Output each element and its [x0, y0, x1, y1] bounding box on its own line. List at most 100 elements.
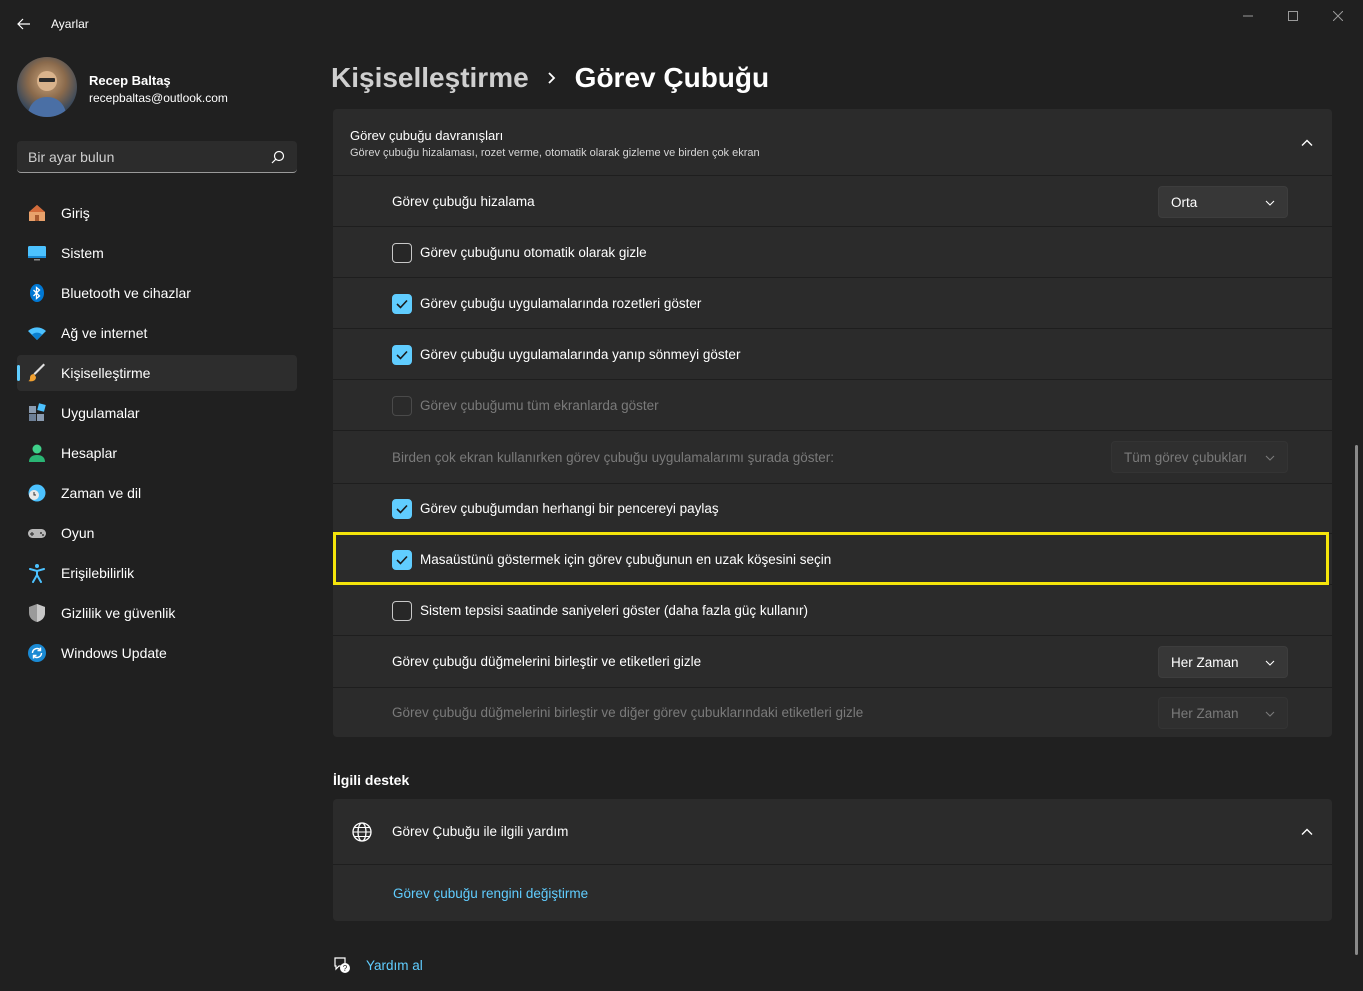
badges-checkbox[interactable]	[392, 294, 412, 314]
bluetooth-icon	[27, 283, 47, 303]
maximize-button[interactable]	[1273, 4, 1313, 28]
user-profile[interactable]: Recep Baltaş recepbaltas@outlook.com	[17, 57, 297, 117]
change-taskbar-color-link[interactable]: Görev çubuğu rengini değiştirme	[393, 886, 588, 901]
shield-icon	[27, 603, 47, 623]
brush-icon	[27, 363, 47, 383]
scrollbar[interactable]	[1355, 445, 1358, 955]
sidebar-item-label: Bluetooth ve cihazlar	[61, 285, 191, 301]
close-button[interactable]	[1318, 4, 1358, 28]
chevron-up-icon	[1301, 828, 1313, 835]
sidebar-item-label: Windows Update	[61, 645, 167, 661]
sidebar-item-accounts[interactable]: Hesaplar	[17, 435, 297, 471]
all-displays-label: Görev çubuğumu tüm ekranlarda göster	[420, 398, 659, 413]
arrow-left-icon	[17, 18, 30, 30]
clock-globe-icon	[27, 483, 47, 503]
sidebar-item-label: Uygulamalar	[61, 405, 140, 421]
auto-hide-row: Görev çubuğunu otomatik olarak gizle	[333, 228, 1332, 278]
highlight-box	[333, 532, 1329, 585]
multi-display-row: Birden çok ekran kullanırken görev çubuğ…	[333, 432, 1332, 484]
chevron-up-icon	[1301, 139, 1313, 146]
flashing-row: Görev çubuğu uygulamalarında yanıp sönme…	[333, 330, 1332, 380]
search-placeholder: Bir ayar bulun	[28, 149, 115, 165]
flashing-checkbox[interactable]	[392, 345, 412, 365]
sidebar-item-privacy[interactable]: Gizlilik ve güvenlik	[17, 595, 297, 631]
combine-value: Her Zaman	[1171, 655, 1239, 670]
checkmark-icon	[396, 504, 408, 514]
alignment-label: Görev çubuğu hizalama	[392, 194, 535, 209]
combine-label: Görev çubuğu düğmelerini birleştir ve et…	[392, 654, 702, 669]
close-icon	[1333, 11, 1343, 21]
sidebar-item-time-language[interactable]: Zaman ve dil	[17, 475, 297, 511]
sidebar-item-label: Oyun	[61, 525, 95, 541]
wifi-icon	[27, 323, 47, 343]
all-displays-row: Görev çubuğumu tüm ekranlarda göster	[333, 381, 1332, 431]
person-icon	[27, 443, 47, 463]
user-email: recepbaltas@outlook.com	[89, 91, 228, 105]
sidebar-item-accessibility[interactable]: Erişilebilirlik	[17, 555, 297, 591]
breadcrumb-parent[interactable]: Kişiselleştirme	[331, 62, 529, 94]
related-support-title: İlgili destek	[333, 772, 410, 788]
maximize-icon	[1288, 11, 1298, 21]
sidebar-item-home[interactable]: Giriş	[17, 195, 297, 231]
svg-text:?: ?	[343, 964, 348, 973]
sidebar-item-label: Erişilebilirlik	[61, 565, 135, 581]
page-title: Görev Çubuğu	[574, 62, 770, 93]
home-icon	[27, 203, 47, 223]
combine-row: Görev çubuğu düğmelerini birleştir ve et…	[333, 637, 1332, 688]
chevron-down-icon	[1265, 455, 1275, 461]
share-window-label: Görev çubuğumdan herhangi bir pencereyi …	[420, 501, 719, 516]
user-name: Recep Baltaş	[89, 73, 171, 88]
sidebar-item-windows-update[interactable]: Windows Update	[17, 635, 297, 671]
badges-row: Görev çubuğu uygulamalarında rozetleri g…	[333, 279, 1332, 329]
monitor-icon	[27, 243, 47, 263]
minimize-icon	[1243, 15, 1253, 17]
section-title: Görev çubuğu davranışları	[350, 128, 504, 143]
sidebar-item-apps[interactable]: Uygulamalar	[17, 395, 297, 431]
chevron-right-icon	[547, 71, 557, 85]
combine-other-label: Görev çubuğu düğmelerini birleştir ve di…	[392, 705, 864, 720]
chevron-down-icon	[1265, 660, 1275, 666]
apps-icon	[27, 403, 47, 423]
accessibility-icon	[27, 563, 47, 583]
sidebar-item-gaming[interactable]: Oyun	[17, 515, 297, 551]
badges-label: Görev çubuğu uygulamalarında rozetleri g…	[420, 296, 702, 311]
back-button[interactable]	[10, 10, 38, 38]
help-title: Görev Çubuğu ile ilgili yardım	[392, 824, 569, 839]
taskbar-help-card: Görev Çubuğu ile ilgili yardım Görev çub…	[333, 799, 1332, 921]
search-icon	[271, 150, 285, 164]
seconds-row: Sistem tepsisi saatinde saniyeleri göste…	[333, 586, 1332, 636]
taskbar-help-header[interactable]: Görev Çubuğu ile ilgili yardım	[333, 799, 1332, 865]
sidebar-item-system[interactable]: Sistem	[17, 235, 297, 271]
sidebar-item-label: Giriş	[61, 205, 90, 221]
share-window-checkbox[interactable]	[392, 499, 412, 519]
globe-icon	[352, 822, 372, 842]
sidebar-item-network[interactable]: Ağ ve internet	[17, 315, 297, 351]
sidebar-item-label: Hesaplar	[61, 445, 118, 461]
sidebar-nav: Giriş Sistem Bluetooth ve cihazlar Ağ ve…	[17, 195, 297, 675]
combine-other-value: Her Zaman	[1171, 706, 1239, 721]
sidebar-item-label: Sistem	[61, 245, 104, 261]
multi-display-label: Birden çok ekran kullanırken görev çubuğ…	[392, 450, 834, 465]
sidebar-item-label: Zaman ve dil	[61, 485, 142, 501]
seconds-label: Sistem tepsisi saatinde saniyeleri göste…	[420, 603, 808, 618]
section-subtitle: Görev çubuğu hizalaması, rozet verme, ot…	[350, 147, 760, 159]
taskbar-behaviors-header[interactable]: Görev çubuğu davranışları Görev çubuğu h…	[333, 109, 1332, 176]
avatar	[17, 57, 77, 117]
multi-display-dropdown[interactable]: Tüm görev çubukları	[1111, 441, 1288, 473]
title-bar: Ayarlar	[0, 0, 1363, 48]
sidebar-item-bluetooth[interactable]: Bluetooth ve cihazlar	[17, 275, 297, 311]
auto-hide-checkbox[interactable]	[392, 243, 412, 263]
gamepad-icon	[27, 523, 47, 543]
alignment-dropdown[interactable]: Orta	[1158, 186, 1288, 218]
sidebar-item-label: Gizlilik ve güvenlik	[61, 605, 176, 621]
taskbar-behaviors-card: Görev çubuğu davranışları Görev çubuğu h…	[333, 109, 1332, 737]
sidebar-item-label: Kişiselleştirme	[61, 365, 151, 381]
minimize-button[interactable]	[1228, 4, 1268, 28]
seconds-checkbox[interactable]	[392, 601, 412, 621]
all-displays-checkbox[interactable]	[392, 396, 412, 416]
combine-other-dropdown[interactable]: Her Zaman	[1158, 697, 1288, 729]
settings-search-input[interactable]: Bir ayar bulun	[17, 141, 297, 173]
combine-dropdown[interactable]: Her Zaman	[1158, 646, 1288, 678]
help-chat-icon: ?	[334, 957, 350, 973]
sidebar-item-personalization[interactable]: Kişiselleştirme	[17, 355, 297, 391]
